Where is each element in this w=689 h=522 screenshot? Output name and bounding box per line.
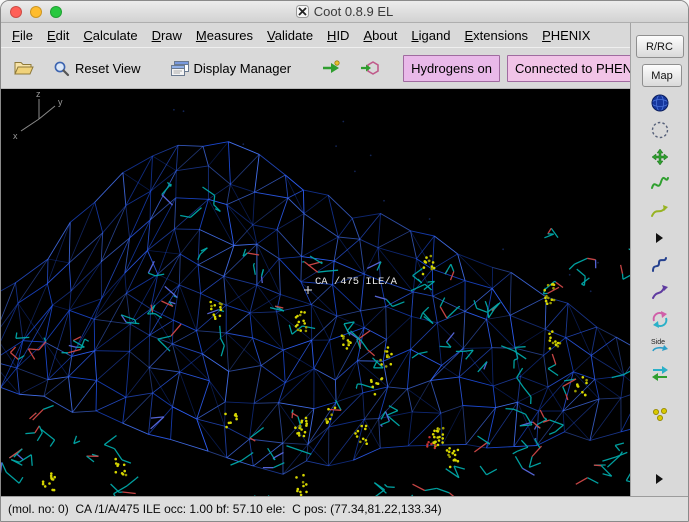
flip-peptide-button[interactable] [647, 308, 673, 330]
menu-phenix[interactable]: PHENIX [535, 25, 597, 46]
menu-file[interactable]: File [5, 25, 40, 46]
traffic-lights [10, 5, 62, 18]
menu-about[interactable]: About [356, 25, 404, 46]
refine-regularize-control-button[interactable]: R/RC [635, 35, 684, 58]
menu-validate[interactable]: Validate [260, 25, 320, 46]
goto-atom-icon [323, 60, 340, 73]
atom-label: CA /475 ILE/A [315, 276, 398, 288]
open-folder-icon [14, 62, 34, 75]
goto-atom-button[interactable] [314, 53, 348, 83]
close-button[interactable] [10, 5, 22, 18]
density-mesh-and-model [1, 108, 630, 496]
map-button[interactable]: Map [642, 64, 682, 87]
edit-chi-angles-button[interactable] [647, 281, 673, 303]
axis-x-label: x [13, 131, 18, 141]
menu-ligand[interactable]: Ligand [404, 25, 457, 46]
swap-view-button[interactable] [647, 362, 673, 384]
side-chain-flip-icon: Side [651, 339, 668, 352]
magnifier-icon [54, 61, 70, 76]
dashed-circle-icon [651, 121, 668, 139]
modelling-sidebar: R/RC Map Side [630, 23, 688, 496]
hydrogens-toggle[interactable]: Hydrogens on [403, 54, 501, 82]
right-triangle-icon [656, 233, 663, 243]
sphere-radius-button[interactable] [647, 119, 673, 141]
regularize-zone-button[interactable] [647, 200, 673, 222]
menu-hid[interactable]: HID [320, 25, 356, 46]
x11-app-icon [295, 5, 309, 18]
main-toolbar: Reset View Display Manager Hydrogens on … [1, 47, 653, 89]
jiggle-fit-button[interactable] [647, 404, 673, 426]
reset-view-button[interactable]: Reset View [46, 54, 148, 83]
axis-z-label: z [36, 89, 41, 99]
sidebar-expander-button[interactable] [647, 468, 673, 490]
rigid-body-fit-button[interactable] [647, 146, 673, 168]
window-title-area: Coot 0.8.9 EL [1, 1, 688, 22]
rotation-centre-cross [304, 286, 312, 294]
coot-window: Coot 0.8.9 EL File Edit Calculate Draw M… [0, 0, 689, 522]
axes-gizmo: z y x [13, 89, 63, 141]
display-manager-label: Display Manager [193, 60, 292, 76]
rotamer-squiggle-icon [651, 257, 667, 272]
reset-view-label: Reset View [75, 60, 141, 76]
menu-measures[interactable]: Measures [189, 25, 260, 46]
display-manager-icon [170, 60, 189, 76]
chi-squiggle-icon [651, 285, 668, 299]
toolbar-overflow-button[interactable] [647, 227, 673, 249]
menu-edit[interactable]: Edit [40, 25, 76, 46]
menu-draw[interactable]: Draw [145, 25, 189, 46]
goto-ligand-button[interactable] [353, 53, 387, 83]
swap-arrows-icon [651, 366, 668, 381]
titlebar: Coot 0.8.9 EL [1, 1, 688, 23]
yellow-atoms-icon [652, 408, 667, 421]
refine-squiggle-icon [650, 176, 669, 189]
goto-ligand-icon [361, 61, 379, 75]
axis-y-label: y [58, 97, 63, 107]
scene-svg: z y x CA /475 ILE/A [1, 89, 630, 496]
menubar: File Edit Calculate Draw Measures Valida… [1, 23, 630, 47]
window-title: Coot 0.8.9 EL [313, 4, 394, 19]
flip-arrows-icon [652, 311, 667, 328]
right-triangle-icon [656, 474, 663, 484]
graphics-viewport[interactable]: z y x CA /475 ILE/A [1, 89, 630, 496]
real-space-refine-button[interactable] [647, 173, 673, 195]
side-chain-flip-button[interactable]: Side [647, 335, 673, 357]
zoom-button[interactable] [50, 5, 62, 18]
display-manager-button[interactable]: Display Manager [164, 55, 299, 82]
sphere-icon [651, 94, 668, 112]
sphere-refine-button[interactable] [647, 92, 673, 114]
move-cross-icon [651, 148, 668, 166]
regularize-squiggle-icon [650, 205, 668, 217]
status-text: (mol. no: 0) CA /1/A/475 ILE occ: 1.00 b… [8, 502, 442, 516]
status-bar: (mol. no: 0) CA /1/A/475 ILE occ: 1.00 b… [1, 496, 688, 521]
open-coordinates-button[interactable] [7, 54, 41, 82]
menu-calculate[interactable]: Calculate [76, 25, 144, 46]
minimize-button[interactable] [30, 5, 42, 18]
side-flip-label: Side [651, 339, 665, 346]
auto-fit-rotamer-button[interactable] [647, 254, 673, 276]
menu-extensions[interactable]: Extensions [457, 25, 535, 46]
